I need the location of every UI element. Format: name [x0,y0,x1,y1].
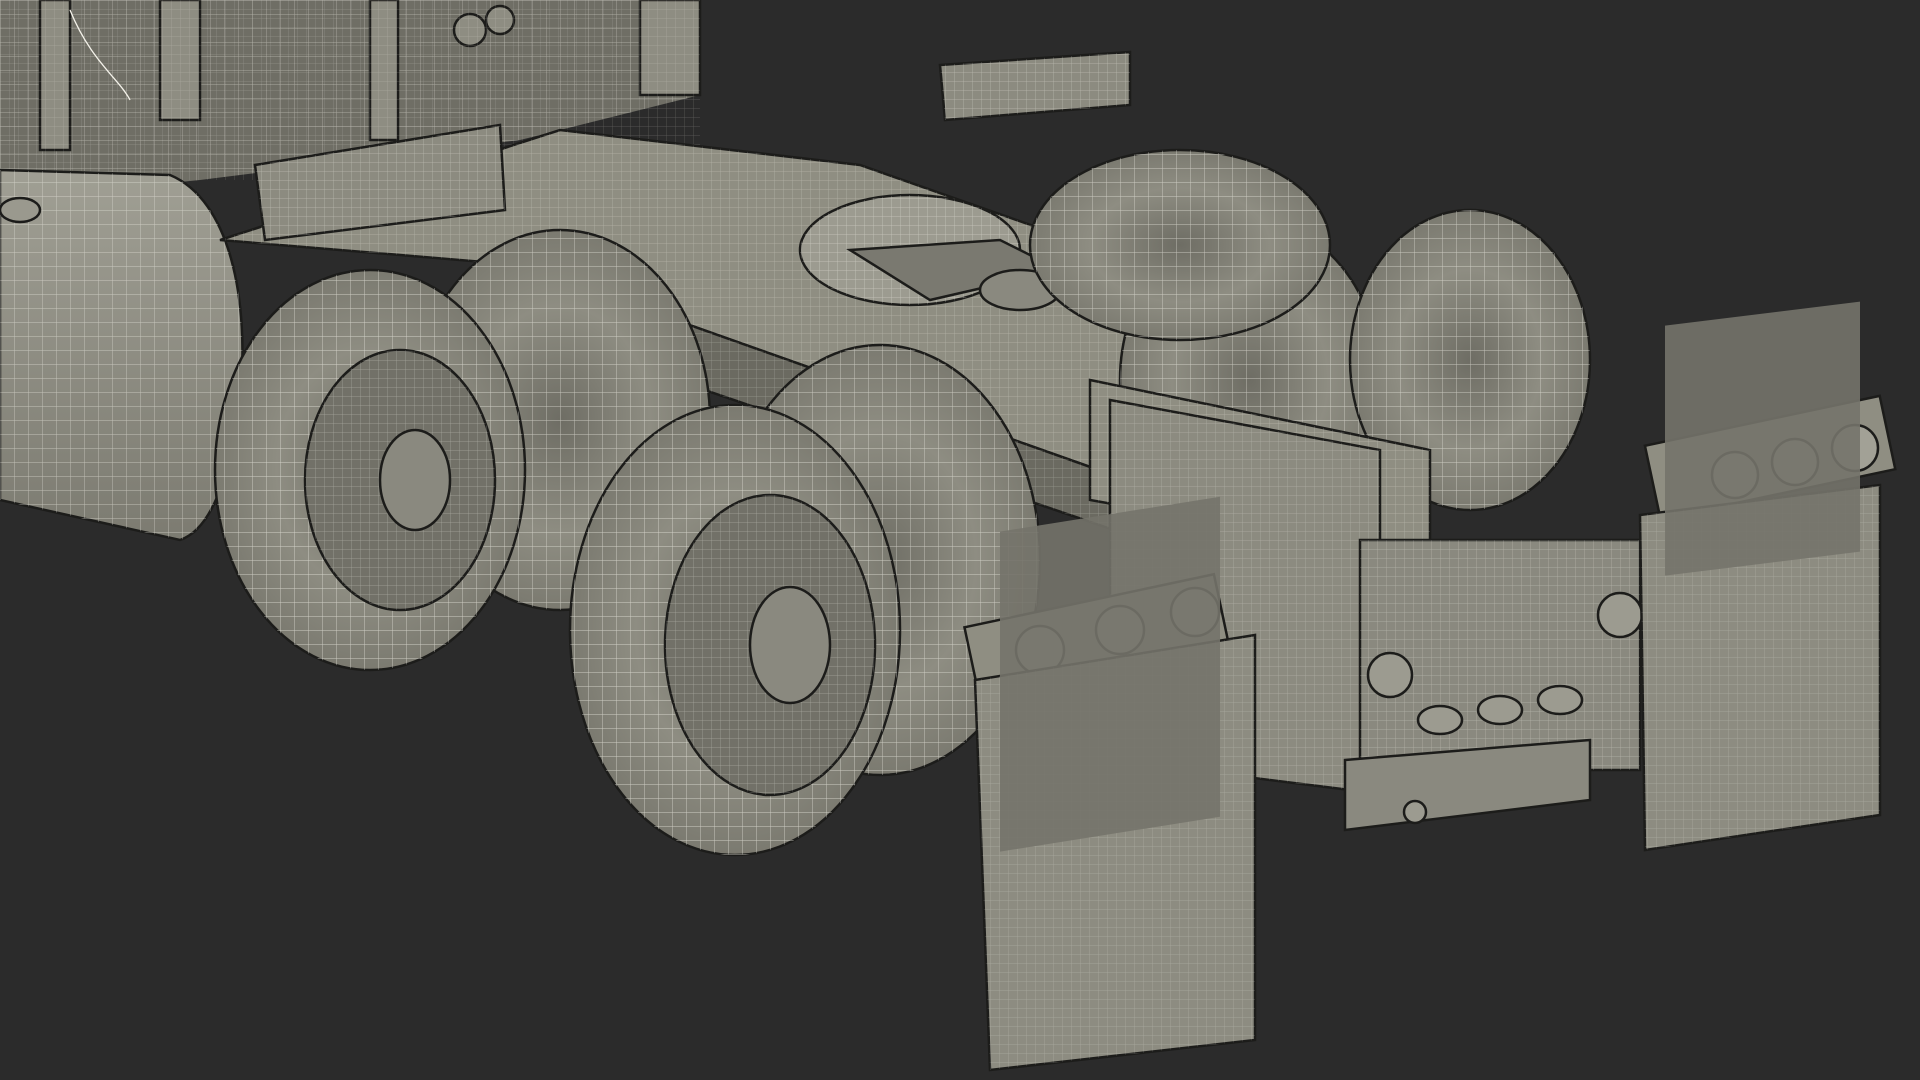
drive-tire-left-outer [213,268,527,672]
fifth-wheel-coupling [798,193,1064,312]
rear-tire-front-outer [568,403,902,857]
wireframe-render-viewport [0,0,1897,1072]
mud-flap-left [973,496,1257,1072]
fuel-tank [0,168,244,542]
rear-tire-back-center [1028,148,1332,342]
rear-light-panel [1358,538,1644,772]
upper-mud-flap-right [938,50,1132,122]
mud-flap-right [1638,301,1882,852]
